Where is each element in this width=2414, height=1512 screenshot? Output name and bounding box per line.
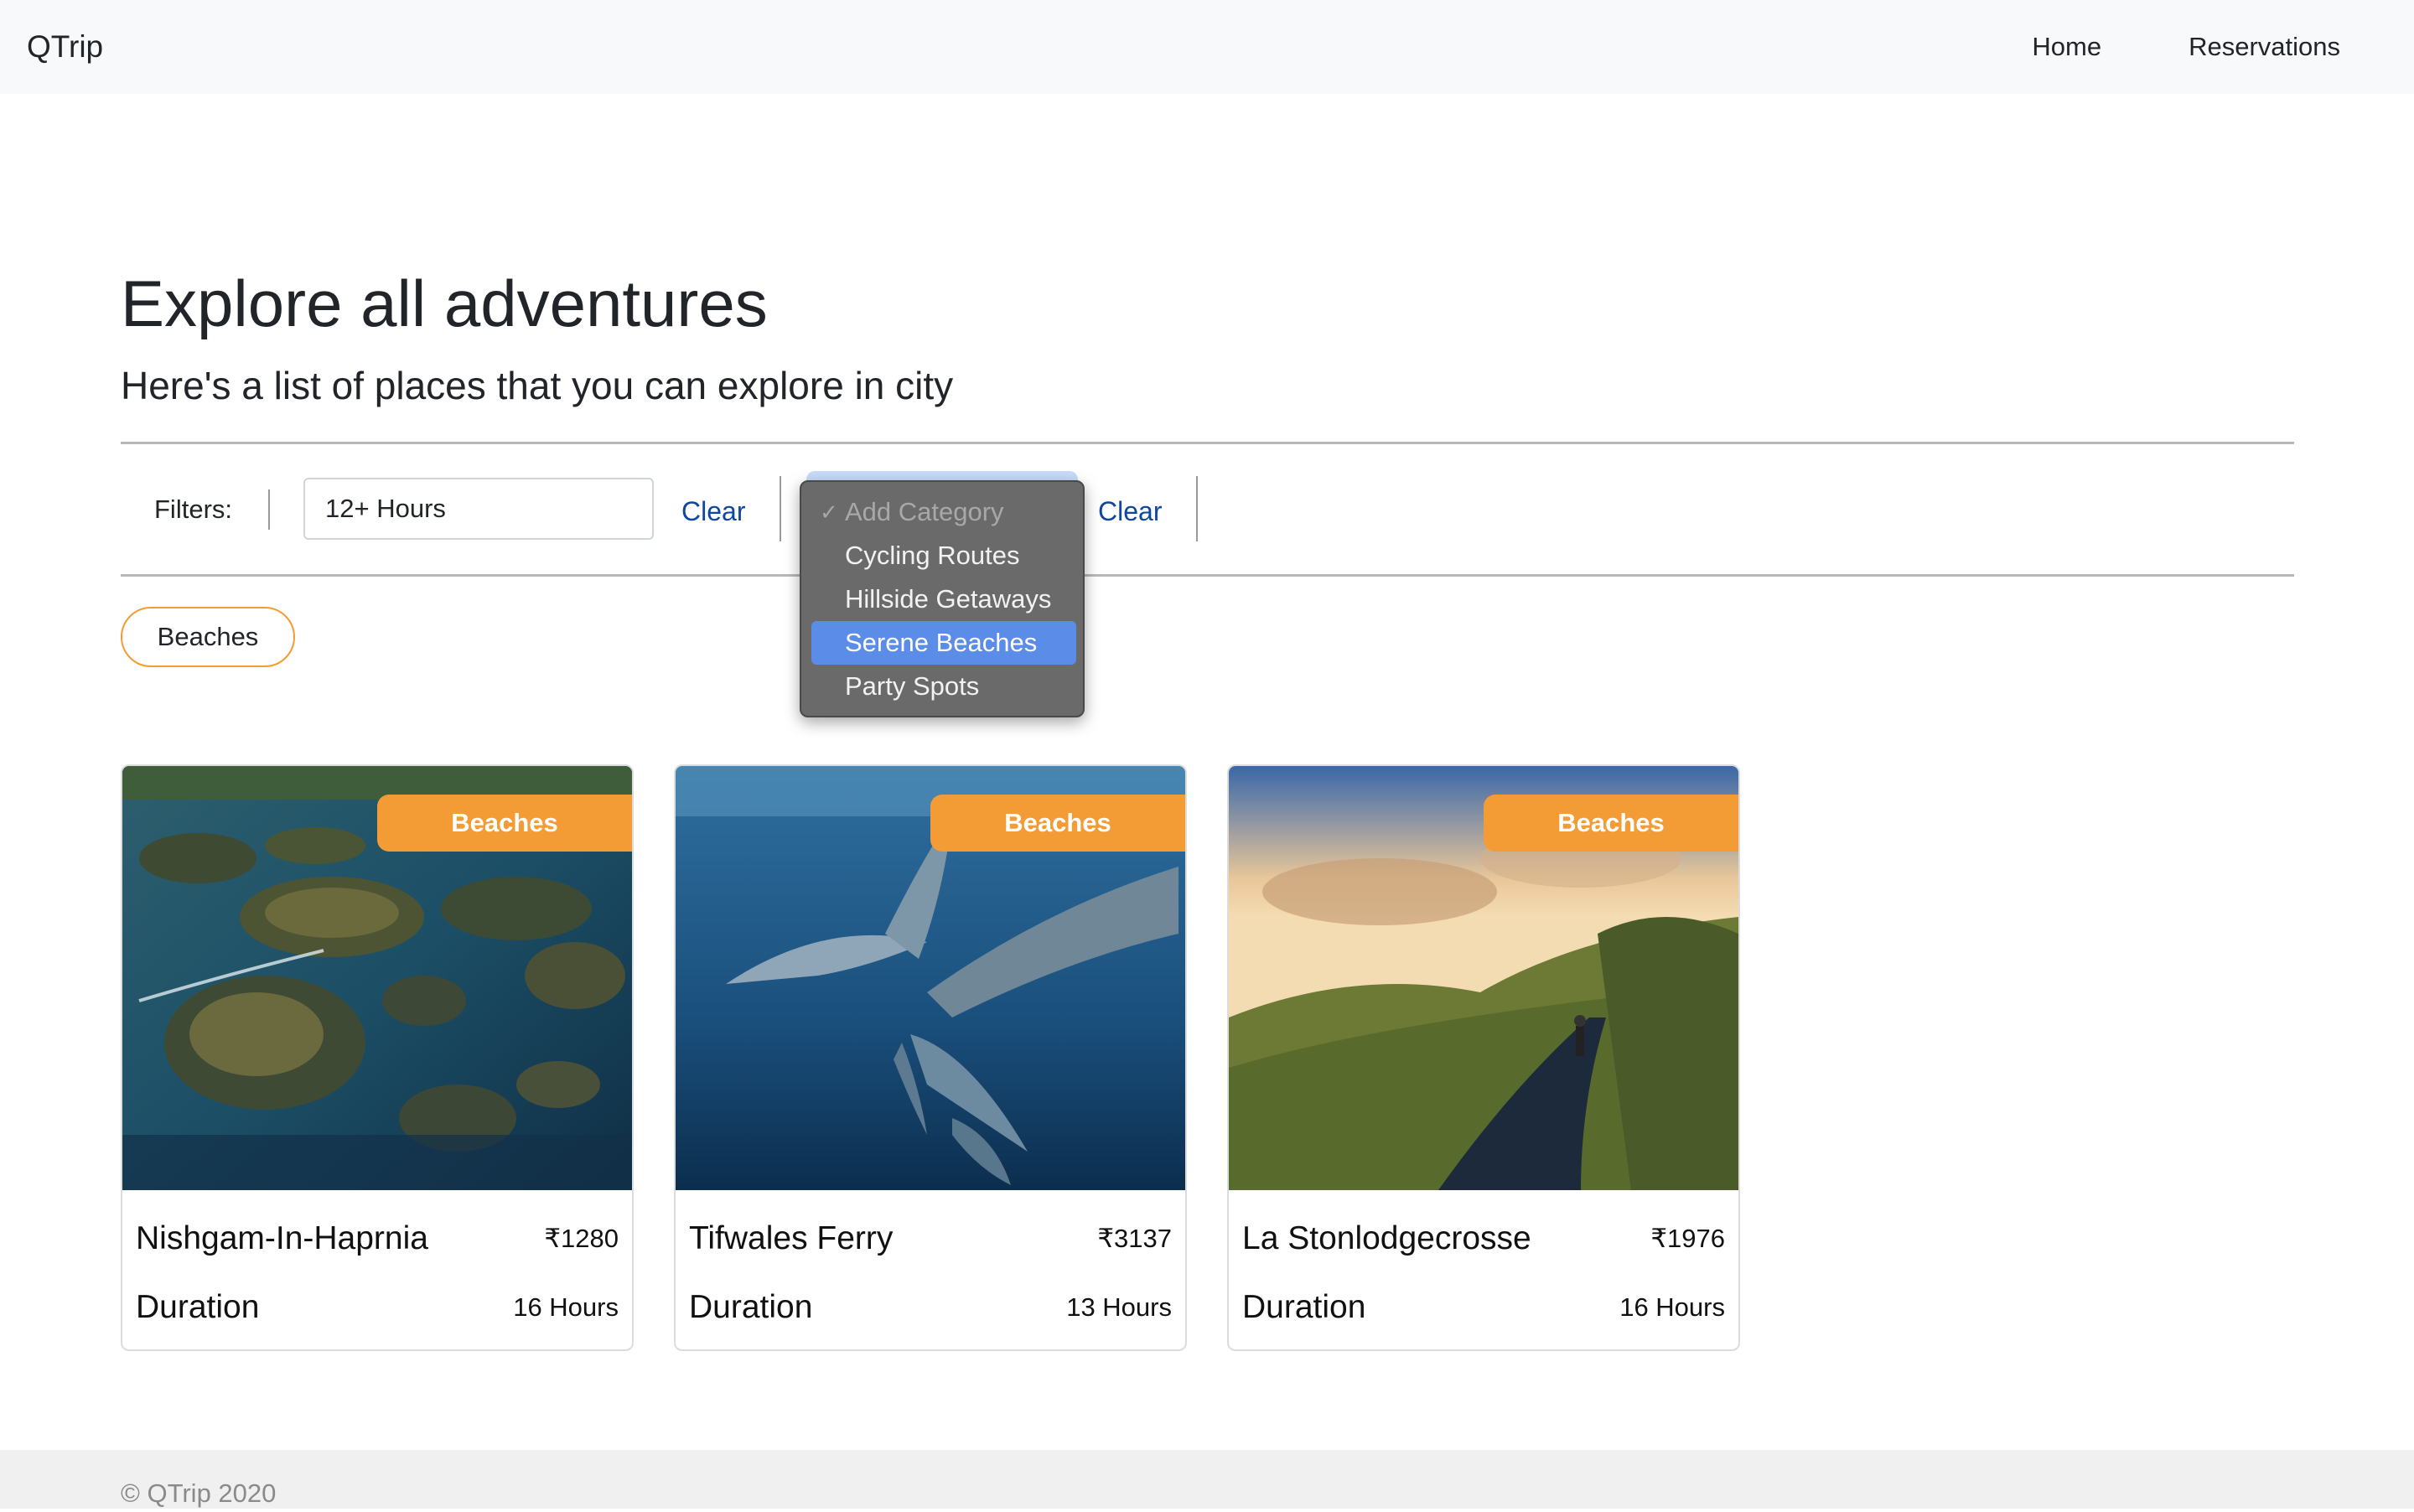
category-clear-link[interactable]: Clear	[1098, 493, 1162, 530]
duration-value: 13 Hours	[1066, 1292, 1172, 1322]
duration-label: Duration	[1242, 1289, 1366, 1325]
duration-label: Duration	[689, 1289, 813, 1325]
nav-link-reservations[interactable]: Reservations	[2189, 25, 2340, 69]
duration-label: Duration	[136, 1289, 260, 1325]
nav-links: Home Reservations	[2032, 25, 2340, 69]
dropdown-option-party-spots[interactable]: Party Spots	[811, 665, 1076, 708]
duration-value: 16 Hours	[1619, 1292, 1725, 1322]
checkmark-icon: ✓	[820, 500, 838, 525]
category-badge: Beaches	[1484, 795, 1738, 852]
filters-separator	[1196, 476, 1198, 541]
duration-select[interactable]: 12+ Hours	[303, 478, 654, 540]
filters-bottom-divider	[121, 574, 2294, 577]
filters-label: Filters:	[154, 495, 232, 524]
duration-clear-link[interactable]: Clear	[681, 493, 745, 530]
filters-separator	[780, 476, 781, 541]
adventure-name: Tifwales Ferry	[689, 1220, 894, 1256]
adventure-name: Nishgam-In-Haprnia	[136, 1220, 428, 1256]
dropdown-option-serene-beaches[interactable]: Serene Beaches	[811, 621, 1076, 665]
filters-top-divider	[121, 442, 2294, 444]
footer: © QTrip 2020	[0, 1450, 2414, 1509]
category-badge: Beaches	[377, 795, 632, 852]
page-title: Explore all adventures	[121, 267, 768, 340]
category-filter-pill[interactable]: Beaches	[121, 607, 295, 667]
duration-value: 16 Hours	[513, 1292, 619, 1322]
dropdown-option-label: Add Category	[845, 497, 1004, 526]
category-badge: Beaches	[930, 795, 1185, 852]
adventure-card[interactable]: Beaches Nishgam-In-Haprnia ₹1280 Duratio…	[121, 764, 634, 1351]
dropdown-option-cycling-routes[interactable]: Cycling Routes	[811, 534, 1076, 577]
page-subtitle: Here's a list of places that you can exp…	[121, 364, 954, 407]
dropdown-option-placeholder[interactable]: ✓ Add Category	[811, 490, 1076, 534]
dropdown-option-hillside-getaways[interactable]: Hillside Getaways	[811, 577, 1076, 621]
nav-link-home[interactable]: Home	[2032, 25, 2101, 69]
adventure-card[interactable]: Beaches La Stonlodgecrosse ₹1976 Duratio…	[1227, 764, 1740, 1351]
adventure-card[interactable]: Beaches Tifwales Ferry ₹3137 Duration 13…	[674, 764, 1187, 1351]
adventure-price: ₹3137	[1097, 1224, 1172, 1253]
filters-separator	[268, 489, 270, 530]
category-dropdown-menu: ✓ Add Category Cycling Routes Hillside G…	[800, 480, 1085, 717]
footer-copyright: © QTrip 2020	[121, 1478, 277, 1508]
adventure-name: La Stonlodgecrosse	[1242, 1220, 1531, 1256]
adventure-price: ₹1280	[544, 1224, 619, 1253]
adventure-price: ₹1976	[1650, 1224, 1725, 1253]
navbar: QTrip Home Reservations	[0, 0, 2414, 94]
brand-logo[interactable]: QTrip	[27, 25, 103, 69]
